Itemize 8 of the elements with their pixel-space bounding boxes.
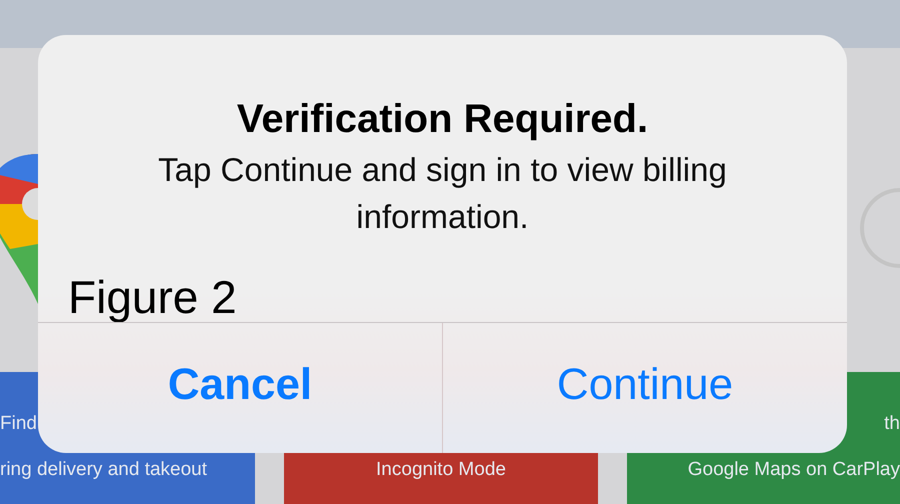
alert-title: Verification Required. (236, 97, 648, 142)
card-text: th (884, 412, 900, 436)
card-text: Incognito Mode (376, 458, 506, 482)
card-text: Google Maps on CarPlay (688, 458, 900, 482)
card-text: ring delivery and takeout (0, 458, 208, 482)
alert-message: Tap Continue and sign in to view billing information. (157, 150, 728, 237)
figure-label: Figure 2 (68, 272, 237, 322)
card-text: Find (0, 412, 37, 436)
